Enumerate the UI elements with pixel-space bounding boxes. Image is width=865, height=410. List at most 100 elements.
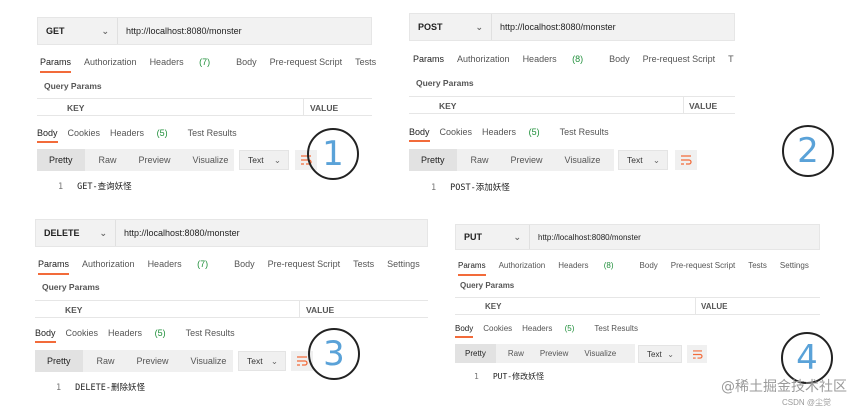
tab-headers-label: Headers: [558, 261, 589, 270]
response-tab-cookies[interactable]: Cookies: [68, 128, 101, 138]
method-select[interactable]: POST ⌄: [410, 14, 492, 40]
view-visualize-button[interactable]: Visualize: [565, 155, 601, 165]
method-select[interactable]: DELETE ⌄: [36, 220, 116, 246]
tab-headers[interactable]: Headers (7): [148, 259, 222, 269]
tab-headers[interactable]: Headers (8): [558, 261, 626, 270]
view-raw-button[interactable]: Raw: [508, 349, 524, 358]
method-select[interactable]: PUT ⌄: [456, 225, 530, 249]
url-input[interactable]: http://localhost:8080/monster: [118, 26, 242, 36]
view-raw-button[interactable]: Raw: [97, 356, 115, 366]
method-label: PUT: [464, 232, 482, 242]
headers-count: (8): [603, 261, 614, 270]
tab-pre-request-script[interactable]: Pre-request Script: [643, 54, 716, 64]
view-preview-button[interactable]: Preview: [540, 349, 568, 358]
value-column-header: VALUE: [689, 101, 718, 111]
url-input[interactable]: http://localhost:8080/monster: [492, 22, 616, 32]
tab-headers[interactable]: Headers (7): [150, 57, 224, 67]
tab-headers-label: Headers: [149, 57, 184, 67]
value-column-header: VALUE: [310, 103, 339, 113]
format-select[interactable]: Text ⌄: [638, 345, 682, 363]
response-tabs: Body Cookies Headers (5) Test Results: [35, 328, 245, 343]
wrap-icon: [692, 349, 703, 359]
tab-tests[interactable]: Tests: [748, 261, 767, 270]
tab-params[interactable]: Params: [40, 57, 72, 73]
headers-count: (7): [197, 259, 209, 269]
response-tab-body[interactable]: Body: [455, 324, 474, 338]
url-bar: DELETE ⌄ http://localhost:8080/monster: [35, 219, 428, 247]
tab-body[interactable]: Body: [236, 57, 257, 67]
response-tab-body[interactable]: Body: [37, 128, 58, 143]
tab-authorization[interactable]: Authorization: [84, 57, 137, 67]
tab-authorization[interactable]: Authorization: [499, 261, 546, 270]
response-tab-test-results[interactable]: Test Results: [594, 324, 638, 333]
response-tab-test-results[interactable]: Test Results: [186, 328, 235, 338]
format-label: Text: [247, 356, 263, 366]
response-tab-cookies[interactable]: Cookies: [440, 127, 473, 137]
method-select[interactable]: GET ⌄: [38, 18, 118, 44]
watermark-small: CSDN @尘觉: [781, 398, 831, 407]
tab-params[interactable]: Params: [413, 54, 444, 64]
method-label: GET: [46, 26, 65, 36]
response-tab-cookies[interactable]: Cookies: [483, 324, 512, 333]
tab-tests[interactable]: Tests: [353, 259, 374, 269]
view-preview-button[interactable]: Preview: [511, 155, 543, 165]
line-number: 1: [431, 183, 437, 193]
tab-tests[interactable]: T: [728, 54, 734, 64]
tab-authorization[interactable]: Authorization: [82, 259, 135, 269]
view-preview-button[interactable]: Preview: [137, 356, 169, 366]
format-label: Text: [647, 349, 662, 359]
url-bar: GET ⌄ http://localhost:8080/monster: [37, 17, 372, 45]
view-pretty-button[interactable]: Pretty: [409, 149, 457, 171]
view-raw-button[interactable]: Raw: [99, 155, 117, 165]
response-tab-test-results[interactable]: Test Results: [188, 128, 237, 138]
tab-params[interactable]: Params: [38, 259, 70, 275]
response-tab-test-results[interactable]: Test Results: [560, 127, 609, 137]
tab-settings[interactable]: Settings: [780, 261, 809, 270]
response-headers-count: (5): [564, 324, 575, 333]
response-tab-body[interactable]: Body: [35, 328, 56, 343]
query-params-heading: Query Params: [460, 281, 515, 290]
view-visualize-button[interactable]: Visualize: [193, 155, 229, 165]
format-label: Text: [627, 155, 643, 165]
tab-body[interactable]: Body: [609, 54, 630, 64]
key-column-header: KEY: [485, 302, 502, 311]
tab-pre-request-script[interactable]: Pre-request Script: [268, 259, 341, 269]
tab-settings[interactable]: Settings: [387, 259, 420, 269]
column-divider: [303, 99, 304, 115]
view-visualize-button[interactable]: Visualize: [584, 349, 616, 358]
response-tab-headers[interactable]: Headers (5): [108, 328, 176, 338]
view-raw-button[interactable]: Raw: [471, 155, 489, 165]
response-tab-cookies[interactable]: Cookies: [66, 328, 99, 338]
tab-params[interactable]: Params: [458, 261, 486, 276]
wrap-lines-button[interactable]: [675, 150, 697, 170]
response-text: PUT-修改妖怪: [492, 372, 545, 381]
tab-body[interactable]: Body: [234, 259, 255, 269]
wrap-lines-button[interactable]: [687, 345, 707, 363]
view-pretty-button[interactable]: Pretty: [455, 344, 496, 363]
tab-headers[interactable]: Headers (8): [523, 54, 597, 64]
format-select[interactable]: Text ⌄: [238, 351, 286, 371]
tab-pre-request-script[interactable]: Pre-request Script: [270, 57, 343, 67]
tab-pre-request-script[interactable]: Pre-request Script: [671, 261, 735, 270]
line-number: 1: [58, 182, 64, 192]
response-tab-headers[interactable]: Headers (5): [110, 128, 178, 138]
url-input[interactable]: http://localhost:8080/monster: [530, 233, 641, 242]
url-input[interactable]: http://localhost:8080/monster: [116, 228, 240, 238]
response-tab-body[interactable]: Body: [409, 127, 430, 142]
response-tabs: Body Cookies Headers (5) Test Results: [455, 324, 648, 338]
query-params-heading: Query Params: [44, 81, 102, 91]
format-select[interactable]: Text ⌄: [618, 150, 668, 170]
tab-tests[interactable]: Tests: [355, 57, 376, 67]
chevron-down-icon: ⌄: [667, 349, 674, 359]
format-select[interactable]: Text ⌄: [239, 150, 289, 170]
response-tab-headers[interactable]: Headers (5): [482, 127, 550, 137]
view-preview-button[interactable]: Preview: [139, 155, 171, 165]
value-column-header: VALUE: [701, 302, 728, 311]
tab-authorization[interactable]: Authorization: [457, 54, 510, 64]
view-mode-bar: Pretty Raw Preview Visualize: [35, 350, 233, 372]
tab-body[interactable]: Body: [640, 261, 658, 270]
view-pretty-button[interactable]: Pretty: [35, 350, 83, 372]
response-tab-headers[interactable]: Headers (5): [522, 324, 584, 333]
view-visualize-button[interactable]: Visualize: [191, 356, 227, 366]
view-pretty-button[interactable]: Pretty: [37, 149, 85, 171]
